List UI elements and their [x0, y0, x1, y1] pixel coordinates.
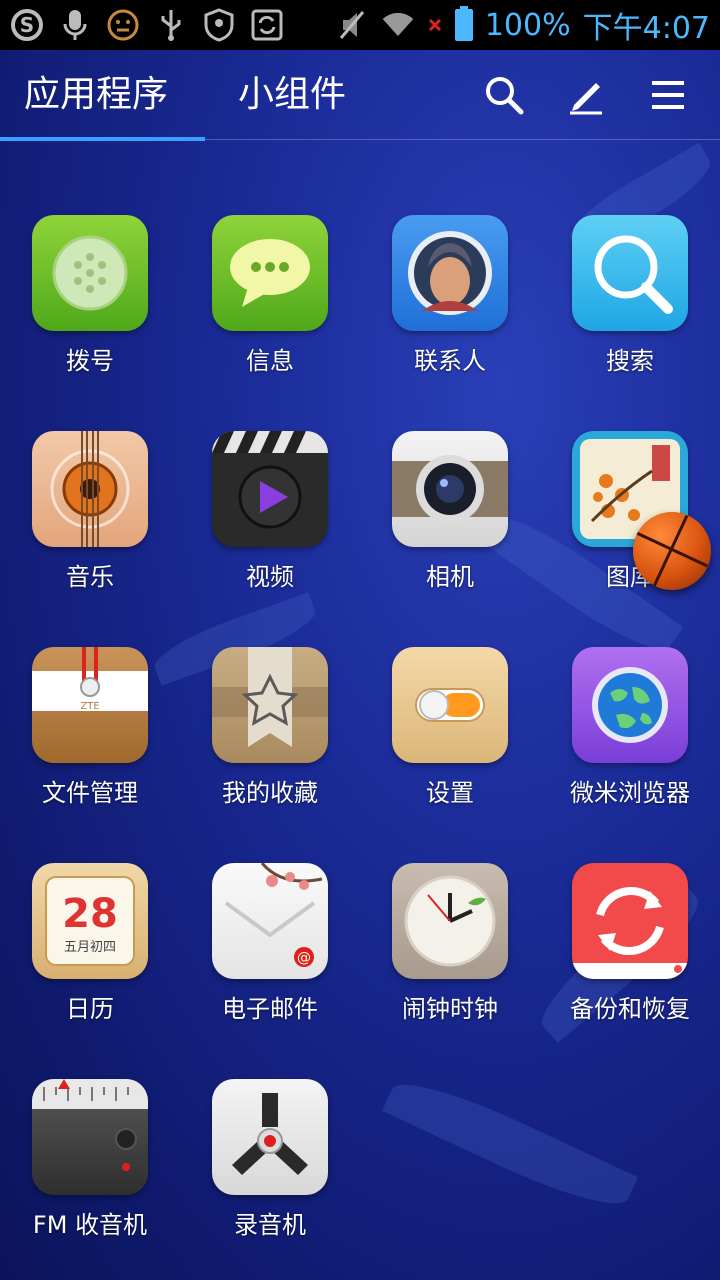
backup-icon [572, 863, 688, 979]
app-label: 视频 [246, 563, 294, 591]
video-icon [212, 431, 328, 547]
calendar-day: 28 [62, 891, 118, 937]
svg-text:@: @ [297, 950, 311, 966]
email-icon: @ [212, 863, 328, 979]
app-label: 闹钟时钟 [402, 995, 498, 1023]
app-email[interactable]: @ 电子邮件 [180, 863, 360, 1024]
app-radio[interactable]: FM 收音机 [0, 1079, 180, 1240]
app-camera[interactable]: 相机 [360, 431, 540, 592]
clock-icon [392, 863, 508, 979]
floating-basketball-widget[interactable] [633, 512, 711, 590]
search-icon[interactable] [484, 75, 524, 115]
contacts-icon [392, 215, 508, 331]
sogou-icon: S [10, 8, 44, 42]
menu-icon[interactable] [648, 75, 688, 115]
app-label: FM 收音机 [32, 1211, 148, 1239]
app-label: 音乐 [66, 563, 114, 591]
dialer-icon [32, 215, 148, 331]
app-label: 录音机 [234, 1211, 306, 1239]
no-signal-icon [427, 8, 443, 42]
app-clock[interactable]: 闹钟时钟 [360, 863, 540, 1024]
music-icon [32, 431, 148, 547]
app-search[interactable]: 搜索 [540, 215, 720, 376]
camera-icon [392, 431, 508, 547]
app-video[interactable]: 视频 [180, 431, 360, 592]
tab-apps[interactable]: 应用程序 [0, 50, 206, 141]
app-contacts[interactable]: 联系人 [360, 215, 540, 376]
app-label: 微米浏览器 [570, 779, 690, 807]
calendar-lunar: 五月初四 [64, 940, 116, 955]
microphone-icon [58, 8, 92, 42]
recorder-icon [212, 1079, 328, 1195]
battery-icon [454, 6, 473, 41]
app-messages[interactable]: 信息 [180, 215, 360, 376]
app-calendar[interactable]: 28 五月初四 日历 [0, 863, 180, 1024]
shield-icon [202, 8, 236, 42]
file-manager-icon: ZTE [32, 647, 148, 763]
sync-icon [250, 8, 284, 42]
app-dialer[interactable]: 拨号 [0, 215, 180, 376]
status-bar: S 100% 下午4:07 [0, 0, 720, 50]
radio-icon [32, 1079, 148, 1195]
browser-icon [572, 647, 688, 763]
app-file-manager[interactable]: ZTE 文件管理 [0, 647, 180, 808]
search-app-icon [572, 215, 688, 331]
edit-icon[interactable] [566, 75, 606, 115]
app-label: 设置 [426, 779, 474, 807]
app-label: 搜索 [606, 347, 654, 375]
app-backup[interactable]: 备份和恢复 [540, 863, 720, 1024]
background-leaf [382, 1067, 638, 1221]
app-label: 拨号 [66, 347, 114, 375]
emoji-icon [106, 8, 140, 42]
app-label: 信息 [246, 347, 294, 375]
favorites-icon [212, 647, 328, 763]
app-music[interactable]: 音乐 [0, 431, 180, 592]
app-label: 相机 [426, 563, 474, 591]
settings-icon [392, 647, 508, 763]
tab-widgets[interactable]: 小组件 [192, 50, 370, 140]
mute-icon [335, 8, 369, 42]
app-label: 联系人 [414, 347, 486, 375]
app-browser[interactable]: 微米浏览器 [540, 647, 720, 808]
tab-bar: 应用程序 小组件 [0, 50, 720, 141]
app-label: 备份和恢复 [570, 995, 690, 1023]
app-label: 日历 [66, 995, 114, 1023]
calendar-icon: 28 五月初四 [32, 863, 148, 979]
usb-icon [154, 8, 188, 42]
messages-icon [212, 215, 328, 331]
battery-percent: 100% [484, 7, 571, 43]
svg-text:S: S [20, 13, 34, 37]
status-time: 下午4:07 [582, 11, 710, 46]
app-recorder[interactable]: 录音机 [180, 1079, 360, 1240]
app-label: 文件管理 [42, 779, 138, 807]
app-label: 电子邮件 [222, 995, 318, 1023]
wifi-icon [381, 8, 415, 42]
app-settings[interactable]: 设置 [360, 647, 540, 808]
app-favorites[interactable]: 我的收藏 [180, 647, 360, 808]
file-manager-brand: ZTE [80, 701, 99, 712]
app-label: 我的收藏 [222, 779, 318, 807]
